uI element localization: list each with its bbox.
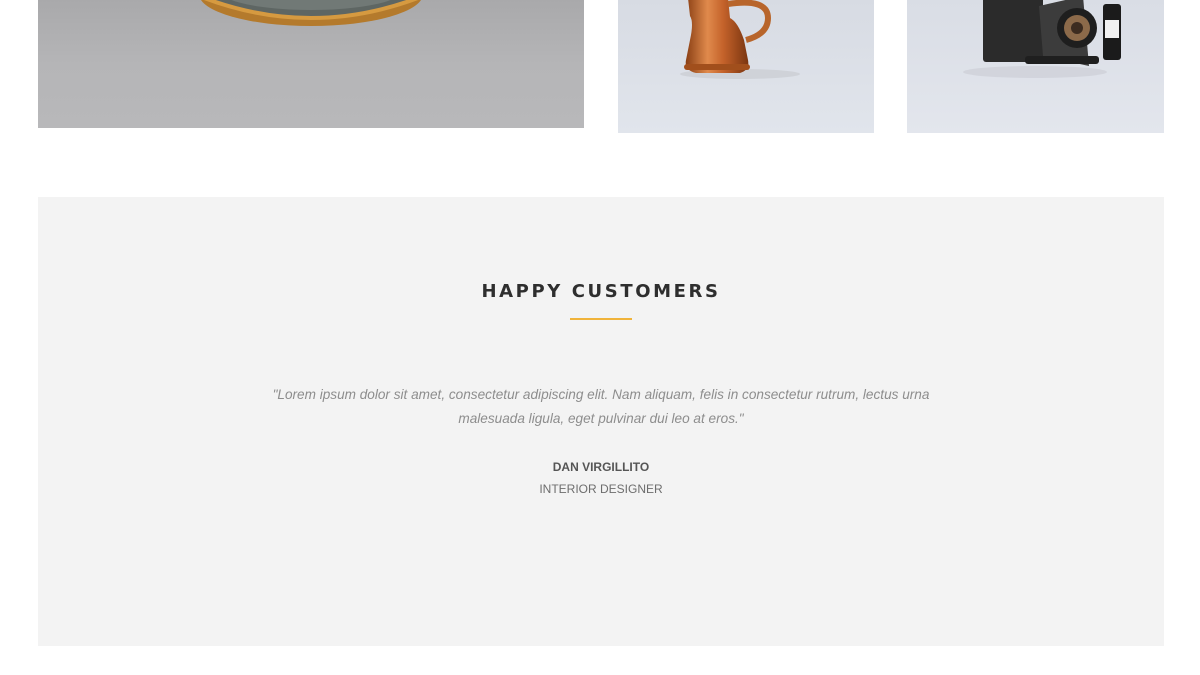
section-title: HAPPY CUSTOMERS <box>481 281 721 302</box>
product-image-camera[interactable] <box>907 0 1164 133</box>
product-image-kettle[interactable] <box>618 0 874 133</box>
testimonial-author-name: DAN VIRGILLITO <box>552 460 650 474</box>
copper-kettle-image <box>680 0 800 79</box>
folding-camera-image <box>963 0 1121 78</box>
testimonials-section: HAPPY CUSTOMERS "Lorem ipsum dolor sit a… <box>38 197 1164 646</box>
brass-tray-image <box>201 0 421 26</box>
testimonial-author-role: INTERIOR DESIGNER <box>539 482 663 496</box>
product-image-large[interactable] <box>38 0 584 128</box>
title-underline <box>570 318 632 320</box>
page: HAPPY CUSTOMERS "Lorem ipsum dolor sit a… <box>0 0 1200 675</box>
testimonial-quote: "Lorem ipsum dolor sit amet, consectetur… <box>272 387 930 426</box>
